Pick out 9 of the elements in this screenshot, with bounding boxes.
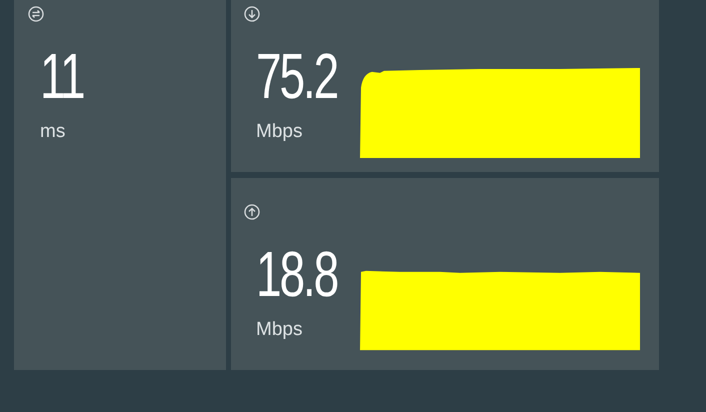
download-icon: [244, 6, 260, 22]
ping-icon: [28, 6, 44, 22]
metric-unit: ms: [40, 121, 66, 143]
metric-value: 11: [40, 45, 84, 107]
metric-unit: Mbps: [256, 121, 302, 143]
metric-value: 18.8: [256, 243, 338, 305]
metric-unit: Mbps: [256, 319, 302, 341]
metric-value: 75.2: [256, 45, 338, 107]
upload-icon: [244, 204, 260, 220]
